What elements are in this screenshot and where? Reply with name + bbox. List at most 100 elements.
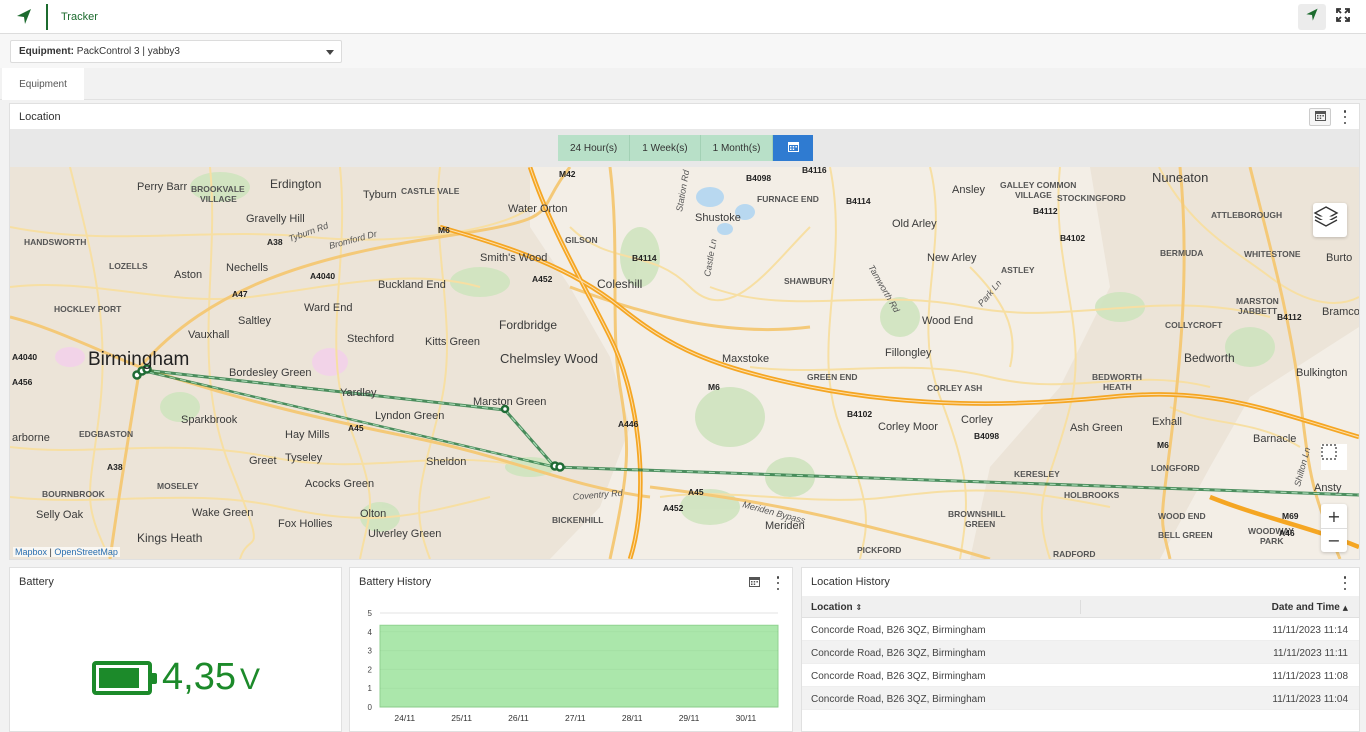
map-label: Birmingham xyxy=(88,349,189,370)
x-tick-label: 27/11 xyxy=(565,713,586,723)
datetime-cell: 11/11/2023 11:04 xyxy=(1272,694,1348,705)
battery-value: 4,35 xyxy=(162,656,236,698)
map-label: SHAWBURY xyxy=(784,276,834,286)
map-label: WOOD END xyxy=(1158,511,1206,521)
period-1month-button[interactable]: 1 Month(s) xyxy=(700,135,774,161)
map-label: MARSTON xyxy=(1236,296,1279,306)
table-row[interactable]: Concorde Road, B26 3QZ, Birmingham 11/11… xyxy=(802,618,1359,641)
map-label: Smith's Wood xyxy=(480,252,547,264)
more-options-icon[interactable] xyxy=(1343,110,1347,124)
equipment-row: Equipment: PackControl 3 | yabby3 xyxy=(0,34,1366,68)
track-point[interactable] xyxy=(555,462,565,472)
more-options-icon[interactable] xyxy=(1343,576,1347,590)
map-label: A45 xyxy=(688,487,704,497)
table-row[interactable]: Concorde Road, B26 3QZ, Birmingham 11/11… xyxy=(802,641,1359,664)
map-label: Bulkington xyxy=(1296,367,1347,379)
map-label: B4098 xyxy=(974,431,999,441)
map-label: ASTLEY xyxy=(1001,265,1035,275)
navigation-arrow-icon xyxy=(1304,7,1320,28)
map-label: A446 xyxy=(618,419,639,429)
map-label: A4040 xyxy=(310,271,335,281)
map-label: Fillongley xyxy=(885,347,932,359)
y-axis-ticks: 0 1 2 3 4 5 xyxy=(368,609,373,712)
map-label: Castle Ln xyxy=(702,238,718,277)
column-separator xyxy=(1080,600,1081,614)
zoom-out-button[interactable]: − xyxy=(1321,528,1347,552)
map-zoom-control: + − xyxy=(1321,504,1347,552)
location-button[interactable] xyxy=(1298,4,1326,30)
map-label: Corley xyxy=(961,414,993,426)
map-label: Ward End xyxy=(304,302,353,314)
calendar-icon[interactable] xyxy=(749,576,760,590)
sort-ascending-icon: ▲ xyxy=(1342,604,1348,612)
column-header-location[interactable]: Location ⇕ xyxy=(811,602,862,613)
x-tick-label: 24/11 xyxy=(394,713,415,723)
tab-equipment[interactable]: Equipment xyxy=(2,68,84,100)
map-label: CORLEY ASH xyxy=(927,383,982,393)
map-label: Wood End xyxy=(922,315,973,327)
map-label: Perry Barr xyxy=(137,181,187,193)
location-cell: Concorde Road, B26 3QZ, Birmingham xyxy=(811,671,986,682)
location-title: Location xyxy=(19,111,61,123)
map-label: A452 xyxy=(663,503,684,513)
equipment-label: Equipment: xyxy=(19,46,74,57)
map-label: B4102 xyxy=(847,409,872,419)
expand-button[interactable] xyxy=(1334,7,1352,26)
map-label: ATTLEBOROUGH xyxy=(1211,210,1282,220)
map-label: Barnacle xyxy=(1253,433,1296,445)
map-attribution: Mapbox | OpenStreetMap xyxy=(13,547,120,557)
map-label: Tyburn xyxy=(363,189,397,201)
battery-header: Battery xyxy=(10,568,341,596)
location-history-header: Location History xyxy=(802,568,1359,596)
map-label: GALLEY COMMON xyxy=(1000,180,1076,190)
map-label: VILLAGE xyxy=(1015,190,1052,200)
map-label: Aston xyxy=(174,269,202,281)
map-label: M69 xyxy=(1282,511,1299,521)
period-custom-button[interactable] xyxy=(773,135,814,161)
map-label: Maxstoke xyxy=(722,353,769,365)
location-history-table: Location ⇕ Date and Time ▲ Concorde Road… xyxy=(802,596,1359,710)
map-label: HANDSWORTH xyxy=(24,237,86,247)
x-tick-label: 25/11 xyxy=(451,713,472,723)
attribution-separator: | xyxy=(49,547,52,557)
map-label: Bramco xyxy=(1322,306,1359,318)
table-row[interactable]: Concorde Road, B26 3QZ, Birmingham 11/11… xyxy=(802,687,1359,710)
map-label: Greet xyxy=(249,455,277,467)
location-header: Location xyxy=(10,104,1359,129)
map-label: LOZELLS xyxy=(109,261,148,271)
map-label: BROOKVALE xyxy=(191,184,245,194)
map[interactable]: Birmingham Perry Barr Erdington Tyburn W… xyxy=(10,167,1359,559)
period-1week-button[interactable]: 1 Week(s) xyxy=(630,135,701,161)
map-label: BROWNSHILL xyxy=(948,509,1006,519)
map-label: B4114 xyxy=(632,253,657,263)
map-label: B4116 xyxy=(802,167,827,175)
map-label: VILLAGE xyxy=(200,194,237,204)
column-header-datetime[interactable]: Date and Time ▲ xyxy=(1272,602,1348,613)
period-24h-button[interactable]: 24 Hour(s) xyxy=(558,135,631,161)
map-label: Selly Oak xyxy=(36,509,84,521)
map-label: Sparkbrook xyxy=(181,414,238,426)
map-label: M6 xyxy=(1157,440,1169,450)
battery-area-series xyxy=(379,624,779,708)
table-row[interactable]: Concorde Road, B26 3QZ, Birmingham 11/11… xyxy=(802,664,1359,687)
app-title: Tracker xyxy=(61,11,98,23)
map-label: LONGFORD xyxy=(1151,463,1200,473)
map-select-area-button[interactable] xyxy=(1321,444,1347,470)
map-label: GREEN xyxy=(965,519,995,529)
x-tick-label: 30/11 xyxy=(736,713,757,723)
calendar-button[interactable] xyxy=(1309,108,1331,126)
equipment-value: PackControl 3 | yabby3 xyxy=(76,46,180,57)
x-tick-label: 28/11 xyxy=(622,713,643,723)
equipment-select[interactable]: Equipment: PackControl 3 | yabby3 xyxy=(10,40,342,63)
battery-history-chart: 0 1 2 3 4 5 24/11 25/11 26/11 27/11 28/11 29/11 30/… xyxy=(368,609,779,723)
mapbox-link[interactable]: Mapbox xyxy=(15,547,47,557)
zoom-in-button[interactable]: + xyxy=(1321,504,1347,528)
navigation-arrow-icon[interactable] xyxy=(14,7,34,27)
more-options-icon[interactable] xyxy=(776,576,780,590)
map-label: A38 xyxy=(267,237,283,247)
location-history-card: Location History Location ⇕ Date and Tim… xyxy=(801,567,1360,732)
map-layers-button[interactable] xyxy=(1313,203,1347,237)
map-label: M6 xyxy=(708,382,720,392)
map-label: Bordesley Green xyxy=(229,367,312,379)
openstreetmap-link[interactable]: OpenStreetMap xyxy=(54,547,118,557)
